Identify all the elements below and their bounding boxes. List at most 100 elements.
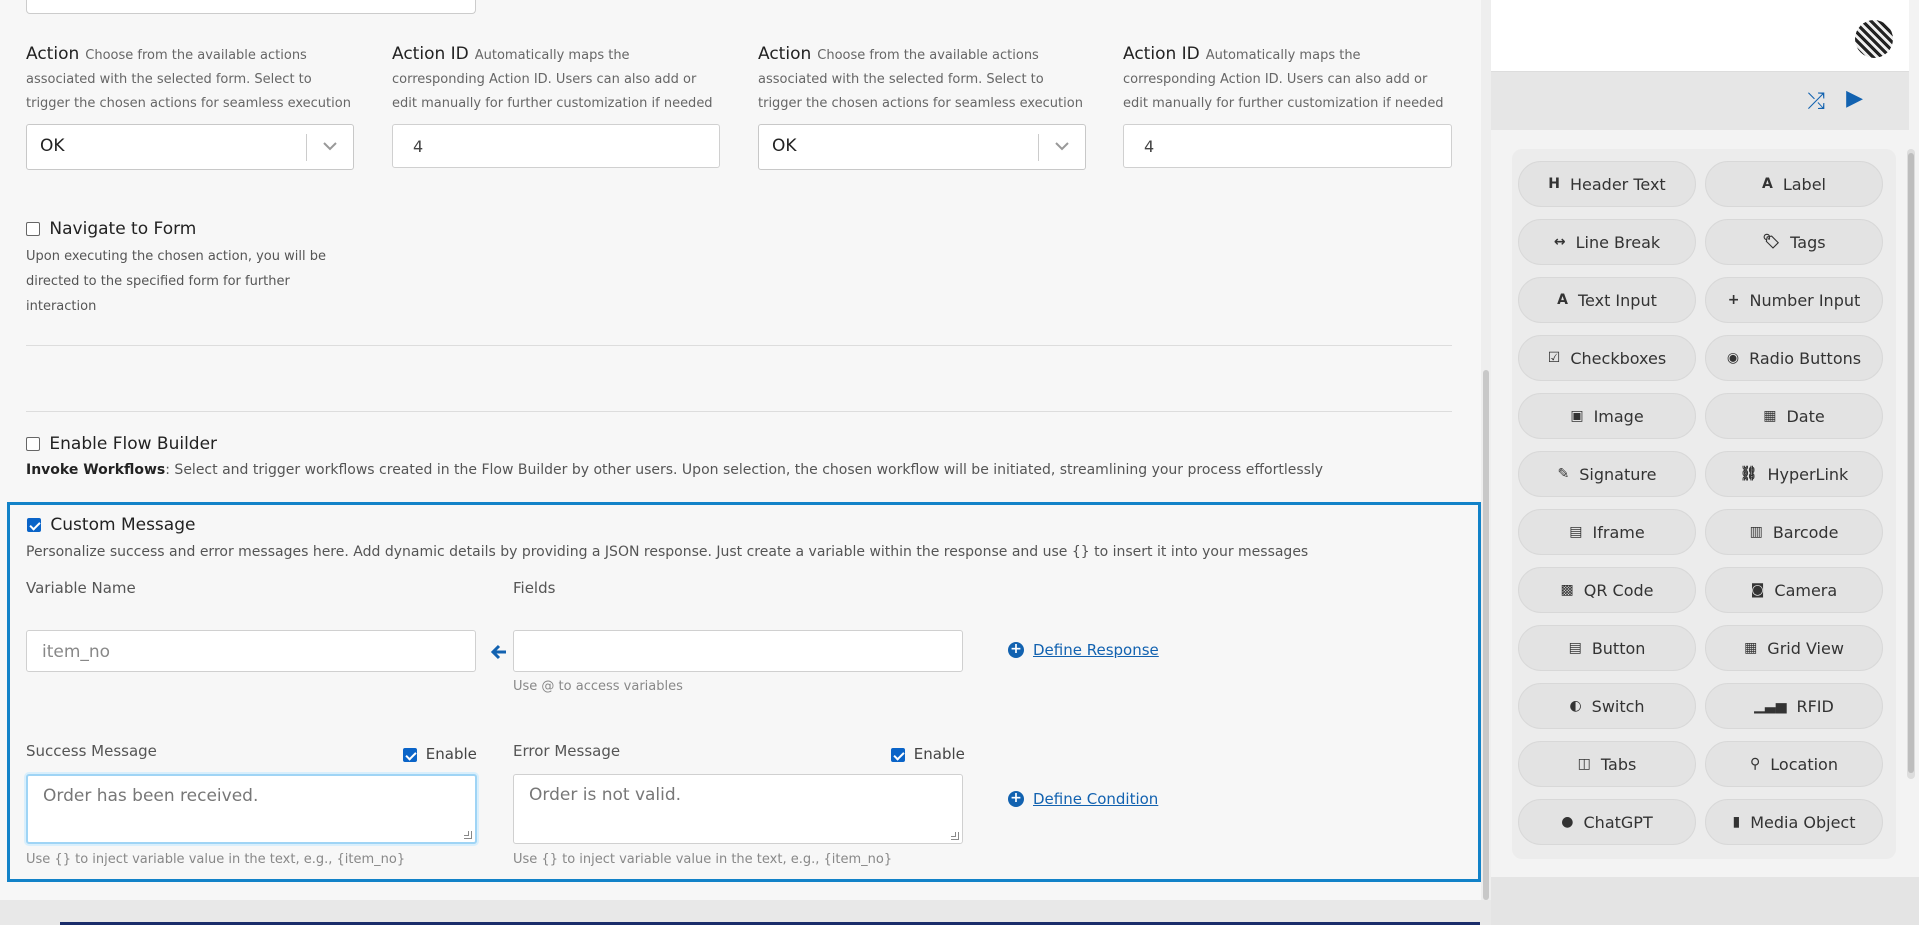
tool-label: Radio Buttons	[1749, 348, 1862, 368]
tool-qr-code[interactable]: ▩ QR Code	[1518, 567, 1696, 613]
previous-field-input[interactable]	[26, 0, 476, 14]
tool-text-input[interactable]: A Text Input	[1518, 277, 1696, 323]
tool-hyperlink[interactable]: ⛓ HyperLink	[1705, 451, 1883, 497]
success-enable-checkbox[interactable]	[403, 747, 417, 762]
tool-label: Camera	[1774, 580, 1838, 600]
play-icon[interactable]: ▶	[1846, 86, 1863, 111]
error-enable-checkbox[interactable]	[891, 747, 905, 762]
form-scrollbar[interactable]	[1481, 0, 1491, 900]
panel-toolbar: ⤮ ▶	[1491, 72, 1909, 130]
tool-label: Date	[1786, 406, 1825, 426]
iframe-icon: ▤	[1569, 524, 1583, 540]
action-id-input-1[interactable]: 4	[392, 124, 720, 168]
action-select-1[interactable]: OK	[26, 124, 354, 170]
tool-radio-buttons[interactable]: ◉ Radio Buttons	[1705, 335, 1883, 381]
image-icon: ▣	[1570, 408, 1584, 424]
tool-label[interactable]: A Label	[1705, 161, 1883, 207]
number-input-icon: +	[1727, 292, 1740, 308]
custom-message-label: Custom Message	[50, 515, 196, 535]
tool-iframe[interactable]: ▤ Iframe	[1518, 509, 1696, 555]
panel-footer	[1491, 877, 1919, 925]
tool-label: Media Object	[1750, 812, 1856, 832]
tool-label: Number Input	[1749, 290, 1861, 310]
tool-signature[interactable]: ✎ Signature	[1518, 451, 1696, 497]
navigate-to-form-option[interactable]: Navigate to Form	[26, 219, 196, 239]
flow-builder-label: Enable Flow Builder	[49, 434, 218, 454]
error-enable-option[interactable]: Enable	[891, 745, 965, 763]
error-message-label: Error Message	[513, 742, 621, 760]
tool-label: Grid View	[1767, 638, 1844, 658]
define-condition-link[interactable]: Define Condition	[1033, 790, 1158, 808]
tool-barcode[interactable]: ▥ Barcode	[1705, 509, 1883, 555]
tool-checkboxes[interactable]: ☑ Checkboxes	[1518, 335, 1696, 381]
tabs-icon: ◫	[1577, 756, 1591, 772]
tool-chatgpt[interactable]: ● ChatGPT	[1518, 799, 1696, 845]
shuffle-icon[interactable]: ⤮	[1807, 89, 1825, 114]
custom-message-checkbox[interactable]	[27, 518, 41, 532]
radio-buttons-icon: ◉	[1726, 350, 1740, 366]
action-column-1: Action Choose from the available actions …	[26, 42, 356, 116]
tool-label: HyperLink	[1767, 464, 1849, 484]
chatgpt-icon: ●	[1561, 814, 1574, 830]
line-break-icon: ↔	[1553, 234, 1566, 250]
variable-name-input[interactable]: item_no	[26, 630, 476, 672]
tool-grid-view[interactable]: ▦ Grid View	[1705, 625, 1883, 671]
tool-label: Text Input	[1577, 290, 1657, 310]
flow-builder-description: Invoke Workflows: Select and trigger wor…	[26, 462, 1324, 478]
navigate-description: Upon executing the chosen action, you wi…	[26, 249, 326, 314]
error-message-textarea[interactable]: Order is not valid.	[513, 774, 963, 844]
tool-tabs[interactable]: ◫ Tabs	[1518, 741, 1696, 787]
palette-scrollbar[interactable]	[1907, 149, 1915, 779]
action-id-input-2[interactable]: 4	[1123, 124, 1452, 168]
flow-builder-checkbox[interactable]	[26, 437, 40, 451]
hyperlink-icon: ⛓	[1739, 466, 1758, 482]
action-id-column-1: Action ID Automatically maps the correspo…	[392, 42, 722, 116]
tool-label: Line Break	[1575, 232, 1661, 252]
component-palette: H Header Text A Label ↔ Line Break 🏷 Tags A Text …	[1512, 149, 1896, 859]
action-id-title: Action ID	[392, 44, 469, 64]
tool-label: Signature	[1579, 464, 1657, 484]
fields-input[interactable]	[513, 630, 963, 672]
plus-circle-icon: +	[1008, 642, 1024, 658]
tool-tags[interactable]: 🏷 Tags	[1705, 219, 1883, 265]
success-enable-option[interactable]: Enable	[403, 745, 477, 763]
tool-media-object[interactable]: ▮ Media Object	[1705, 799, 1883, 845]
custom-message-section: Custom Message Personalize success and e…	[7, 502, 1481, 882]
custom-message-option[interactable]: Custom Message	[27, 515, 195, 535]
tool-button[interactable]: ▤ Button	[1518, 625, 1696, 671]
tool-label: Tabs	[1600, 754, 1637, 774]
tool-line-break[interactable]: ↔ Line Break	[1518, 219, 1696, 265]
header-text-icon: H	[1548, 176, 1560, 192]
action-select-value: OK	[40, 136, 65, 156]
divider	[26, 345, 1452, 346]
navigate-checkbox[interactable]	[26, 222, 40, 236]
tool-location[interactable]: ⚲ Location	[1705, 741, 1883, 787]
tool-label: Label	[1782, 174, 1826, 194]
success-message-textarea[interactable]: Order has been received.	[26, 774, 477, 844]
avatar[interactable]	[1855, 20, 1893, 58]
tool-label: Checkboxes	[1570, 348, 1667, 368]
grid-view-icon: ▦	[1744, 640, 1758, 656]
qr-code-icon: ▩	[1560, 582, 1574, 598]
tool-camera[interactable]: ◙ Camera	[1705, 567, 1883, 613]
tool-rfid[interactable]: ▁▃▅ RFID	[1705, 683, 1883, 729]
resize-handle-icon[interactable]	[464, 831, 472, 839]
tool-label: Tags	[1790, 232, 1826, 252]
tool-switch[interactable]: ◐ Switch	[1518, 683, 1696, 729]
tool-number-input[interactable]: + Number Input	[1705, 277, 1883, 323]
switch-icon: ◐	[1569, 698, 1582, 714]
tool-date[interactable]: ▦ Date	[1705, 393, 1883, 439]
resize-handle-icon[interactable]	[951, 832, 959, 840]
navigate-label: Navigate to Form	[49, 219, 197, 239]
tool-header-text[interactable]: H Header Text	[1518, 161, 1696, 207]
enable-flow-builder-option[interactable]: Enable Flow Builder	[26, 434, 217, 454]
tool-image[interactable]: ▣ Image	[1518, 393, 1696, 439]
action-column-2: Action Choose from the available actions …	[758, 42, 1088, 116]
action-select-2[interactable]: OK	[758, 124, 1086, 170]
button-icon: ▤	[1568, 640, 1582, 656]
rfid-icon: ▁▃▅	[1754, 698, 1787, 714]
define-response-link[interactable]: Define Response	[1033, 641, 1159, 659]
action-id-title: Action ID	[1123, 44, 1200, 64]
checkboxes-icon: ☑	[1547, 350, 1561, 366]
custom-message-description: Personalize success and error messages h…	[26, 544, 1309, 560]
